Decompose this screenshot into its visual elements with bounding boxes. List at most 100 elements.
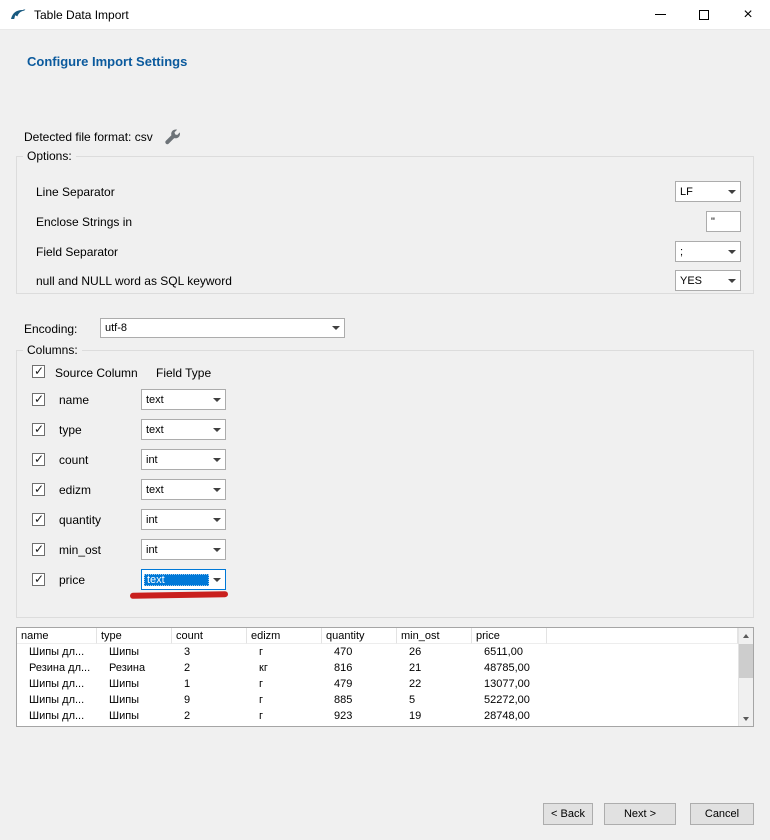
table-row[interactable]: Шипы дл... Шипы 9 г 885 5 52272,00 [17,692,738,708]
null-keyword-value: YES [676,275,724,287]
preview-cell: 885 [322,692,397,708]
titlebar: Table Data Import × [0,0,770,30]
preview-cell: г [247,692,322,708]
column-row-edizm: edizm text [17,479,753,501]
enclose-strings-input[interactable] [706,211,741,232]
column-checkbox[interactable] [32,513,45,526]
table-row[interactable]: Шипы дл... Шипы 3 г 470 26 6511,00 [17,644,738,660]
field-type-select-edizm[interactable]: text [141,479,226,500]
table-row[interactable]: Шипы дл... Шипы 2 г 923 19 28748,00 [17,708,738,724]
preview-cell: 3 [172,644,247,660]
preview-cell: Резина [97,660,172,676]
preview-cell [547,708,738,724]
column-name-label: min_ost [59,543,101,557]
encoding-value: utf-8 [101,322,328,334]
back-button[interactable]: < Back [543,803,593,825]
preview-cell: Шипы [97,692,172,708]
column-checkbox[interactable] [32,423,45,436]
field-type-select-price[interactable]: text [141,569,226,590]
null-keyword-label: null and NULL word as SQL keyword [36,274,232,288]
preview-cell: 9 [172,692,247,708]
column-name-label: name [59,393,89,407]
minimize-icon [655,14,666,15]
vertical-scrollbar[interactable] [738,628,753,726]
field-separator-select[interactable]: ; [675,241,741,262]
preview-header-cell: min_ost [397,628,472,644]
preview-cell: 26 [397,644,472,660]
preview-cell: г [247,708,322,724]
line-separator-select[interactable]: LF [675,181,741,202]
column-checkbox[interactable] [32,393,45,406]
column-checkbox[interactable] [32,573,45,586]
field-separator-value: ; [676,246,724,258]
field-type-value: int [142,514,209,526]
null-keyword-select[interactable]: YES [675,270,741,291]
preview-cell: 470 [322,644,397,660]
field-type-value: text [142,394,209,406]
scroll-up-icon[interactable] [739,628,753,643]
column-checkbox[interactable] [32,453,45,466]
window-title: Table Data Import [34,8,129,22]
scroll-down-icon[interactable] [739,711,753,726]
encoding-select[interactable]: utf-8 [100,318,345,338]
field-type-header: Field Type [156,366,211,380]
scrollbar-thumb[interactable] [739,644,753,678]
preview-cell: 48785,00 [472,660,547,676]
detected-file-format-label: Detected file format: csv [24,130,153,144]
preview-header-cell: price [472,628,547,644]
table-row[interactable]: Резина дл... Резина 2 кг 816 21 48785,00 [17,660,738,676]
minimize-button[interactable] [638,0,682,29]
field-type-value-selected: text [144,574,209,586]
preview-cell: г [247,644,322,660]
preview-cell [547,644,738,660]
preview-cell: 1 [172,676,247,692]
preview-cell: Шипы [97,676,172,692]
preview-cell: 13077,00 [472,676,547,692]
preview-cell: 21 [397,660,472,676]
preview-header-cell [547,628,738,644]
detected-file-format: Detected file format: csv [24,129,181,145]
options-legend: Options: [23,149,76,163]
field-type-select-count[interactable]: int [141,449,226,470]
preview-cell: 28748,00 [472,708,547,724]
wrench-icon[interactable] [165,129,181,145]
column-name-label: edizm [59,483,91,497]
columns-group: Columns: Source Column Field Type name t… [16,350,754,618]
encoding-label: Encoding: [24,322,77,336]
chevron-down-icon [209,390,225,409]
field-type-select-name[interactable]: text [141,389,226,410]
chevron-down-icon [328,319,344,337]
preview-header-cell: edizm [247,628,322,644]
field-type-select-min-ost[interactable]: int [141,539,226,560]
chevron-down-icon [724,242,740,261]
column-checkbox[interactable] [32,483,45,496]
chevron-down-icon [209,540,225,559]
field-type-value: int [142,544,209,556]
data-preview-grid: name type count edizm quantity min_ost p… [17,628,738,726]
maximize-button[interactable] [682,0,726,29]
field-type-value: text [142,484,209,496]
chevron-down-icon [209,450,225,469]
column-checkbox[interactable] [32,543,45,556]
cancel-button[interactable]: Cancel [690,803,754,825]
preview-cell: 2 [172,660,247,676]
field-type-select-quantity[interactable]: int [141,509,226,530]
preview-header-row: name type count edizm quantity min_ost p… [17,628,738,644]
preview-cell: Шипы дл... [17,692,97,708]
enclose-strings-label: Enclose Strings in [36,215,132,229]
window-controls: × [638,0,770,29]
preview-cell [547,676,738,692]
preview-cell: 5 [397,692,472,708]
select-all-columns-checkbox[interactable] [32,365,45,378]
next-button[interactable]: Next > [604,803,676,825]
close-button[interactable]: × [726,0,770,29]
chevron-down-icon [724,182,740,201]
field-type-select-type[interactable]: text [141,419,226,440]
column-row-count: count int [17,449,753,471]
chevron-down-icon [209,480,225,499]
table-row[interactable]: Шипы дл... Шипы 1 г 479 22 13077,00 [17,676,738,692]
preview-cell: 479 [322,676,397,692]
columns-legend: Columns: [23,343,82,357]
column-name-label: count [59,453,88,467]
preview-cell [547,660,738,676]
